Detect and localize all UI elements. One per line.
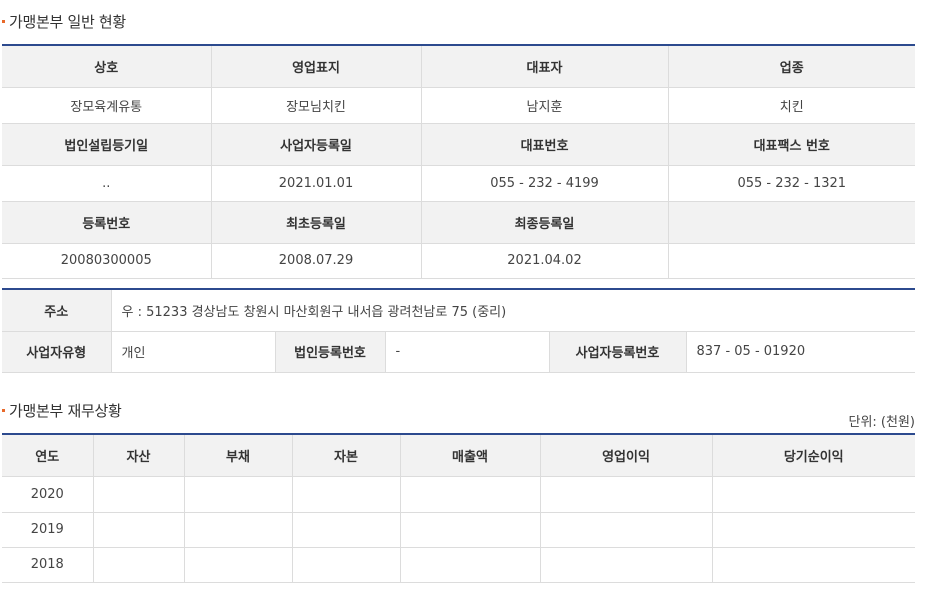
header-cell-corp-date: 법인설립등기일 [2, 123, 211, 166]
header-cell-year: 연도 [2, 434, 93, 477]
cell-industry: 치킨 [667, 87, 915, 124]
header-cell-phone: 대표번호 [420, 123, 668, 166]
header-cell-brand: 영업표지 [210, 45, 421, 88]
address-table: 주소 우 : 51233 경상남도 창원시 마산회원구 내서읍 광려천남로 75… [2, 288, 916, 373]
cell-revenue [399, 476, 540, 513]
section-title-general: 가맹본부 일반 현황 [0, 11, 126, 32]
cell-phone: 055 - 232 - 4199 [420, 165, 668, 202]
header-cell-trade-name: 상호 [2, 45, 211, 88]
header-cell-op-income: 영업이익 [539, 434, 712, 477]
header-cell-equity: 자본 [291, 434, 400, 477]
cell-liabilities [183, 547, 292, 583]
header-cell-reg-no: 등록번호 [2, 201, 211, 244]
section-title-finance: 가맹본부 재무상황 [0, 400, 122, 421]
cell-equity [291, 476, 400, 513]
header-cell-biz-reg-date: 사업자등록일 [210, 123, 421, 166]
cell-corp-date: .. [2, 165, 211, 202]
cell-year: 2018 [2, 547, 93, 583]
cell-brand: 장모님치킨 [210, 87, 421, 124]
cell-empty [667, 243, 915, 279]
header-cell-empty [667, 201, 915, 244]
finance-table: 연도 자산 부채 자본 매출액 영업이익 당기순이익 2020 2019 201… [2, 433, 915, 583]
cell-net-income [711, 476, 915, 513]
biz-type-value: 개인 [110, 331, 275, 373]
cell-representative: 남지훈 [420, 87, 668, 124]
table-row: 2019 [2, 512, 915, 548]
section-title-text: 가맹본부 재무상황 [9, 402, 122, 420]
cell-op-income [539, 512, 712, 548]
cell-first-reg: 2008.07.29 [210, 243, 421, 279]
cell-last-reg: 2021.04.02 [420, 243, 668, 279]
header-cell-net-income: 당기순이익 [711, 434, 915, 477]
cell-fax: 055 - 232 - 1321 [667, 165, 915, 202]
table-row: 2020 [2, 476, 915, 513]
cell-assets [92, 512, 184, 548]
header-cell-liabilities: 부채 [183, 434, 292, 477]
header-cell-representative: 대표자 [420, 45, 668, 88]
table-row: 장모육계유통 장모님치킨 남지훈 치킨 [2, 87, 915, 124]
table-row: .. 2021.01.01 055 - 232 - 4199 055 - 232… [2, 165, 915, 202]
header-cell-first-reg: 최초등록일 [210, 201, 421, 244]
unit-label: 단위: (천원) [848, 415, 916, 430]
cell-net-income [711, 512, 915, 548]
cell-op-income [539, 476, 712, 513]
table-row: 주소 우 : 51233 경상남도 창원시 마산회원구 내서읍 광려천남로 75… [2, 289, 916, 332]
table-row: 20080300005 2008.07.29 2021.04.02 [2, 243, 915, 279]
header-cell-assets: 자산 [92, 434, 184, 477]
address-value: 우 : 51233 경상남도 창원시 마산회원구 내서읍 광려천남로 75 (중… [110, 289, 916, 332]
biz-reg-value: 837 - 05 - 01920 [685, 331, 916, 373]
table-row: 사업자유형 개인 법인등록번호 - 사업자등록번호 837 - 05 - 019… [2, 331, 916, 373]
header-cell-industry: 업종 [667, 45, 915, 88]
header-cell-revenue: 매출액 [399, 434, 540, 477]
cell-net-income [711, 547, 915, 583]
cell-assets [92, 476, 184, 513]
cell-year: 2019 [2, 512, 93, 548]
cell-op-income [539, 547, 712, 583]
general-info-table: 상호 영업표지 대표자 업종 장모육계유통 장모님치킨 남지훈 치킨 법인설립등… [2, 44, 915, 279]
cell-equity [291, 547, 400, 583]
cell-reg-no: 20080300005 [2, 243, 211, 279]
cell-revenue [399, 547, 540, 583]
cell-equity [291, 512, 400, 548]
table-row: 2018 [2, 547, 915, 583]
cell-trade-name: 장모육계유통 [2, 87, 211, 124]
section-title-text: 가맹본부 일반 현황 [9, 13, 126, 31]
cell-liabilities [183, 512, 292, 548]
biz-type-label: 사업자유형 [2, 331, 111, 373]
table-row: 등록번호 최초등록일 최종등록일 [2, 201, 915, 244]
cell-biz-reg-date: 2021.01.01 [210, 165, 421, 202]
cell-assets [92, 547, 184, 583]
cell-year: 2020 [2, 476, 93, 513]
bullet-icon [2, 408, 5, 412]
table-row: 연도 자산 부채 자본 매출액 영업이익 당기순이익 [2, 434, 915, 477]
table-row: 상호 영업표지 대표자 업종 [2, 45, 915, 88]
table-row: 법인설립등기일 사업자등록일 대표번호 대표팩스 번호 [2, 123, 915, 166]
address-label: 주소 [2, 289, 111, 332]
corp-reg-label: 법인등록번호 [274, 331, 385, 373]
biz-reg-label: 사업자등록번호 [548, 331, 686, 373]
corp-reg-value: - [384, 331, 549, 373]
header-cell-last-reg: 최종등록일 [420, 201, 668, 244]
cell-revenue [399, 512, 540, 548]
bullet-icon [2, 19, 5, 23]
cell-liabilities [183, 476, 292, 513]
header-cell-fax: 대표팩스 번호 [667, 123, 915, 166]
